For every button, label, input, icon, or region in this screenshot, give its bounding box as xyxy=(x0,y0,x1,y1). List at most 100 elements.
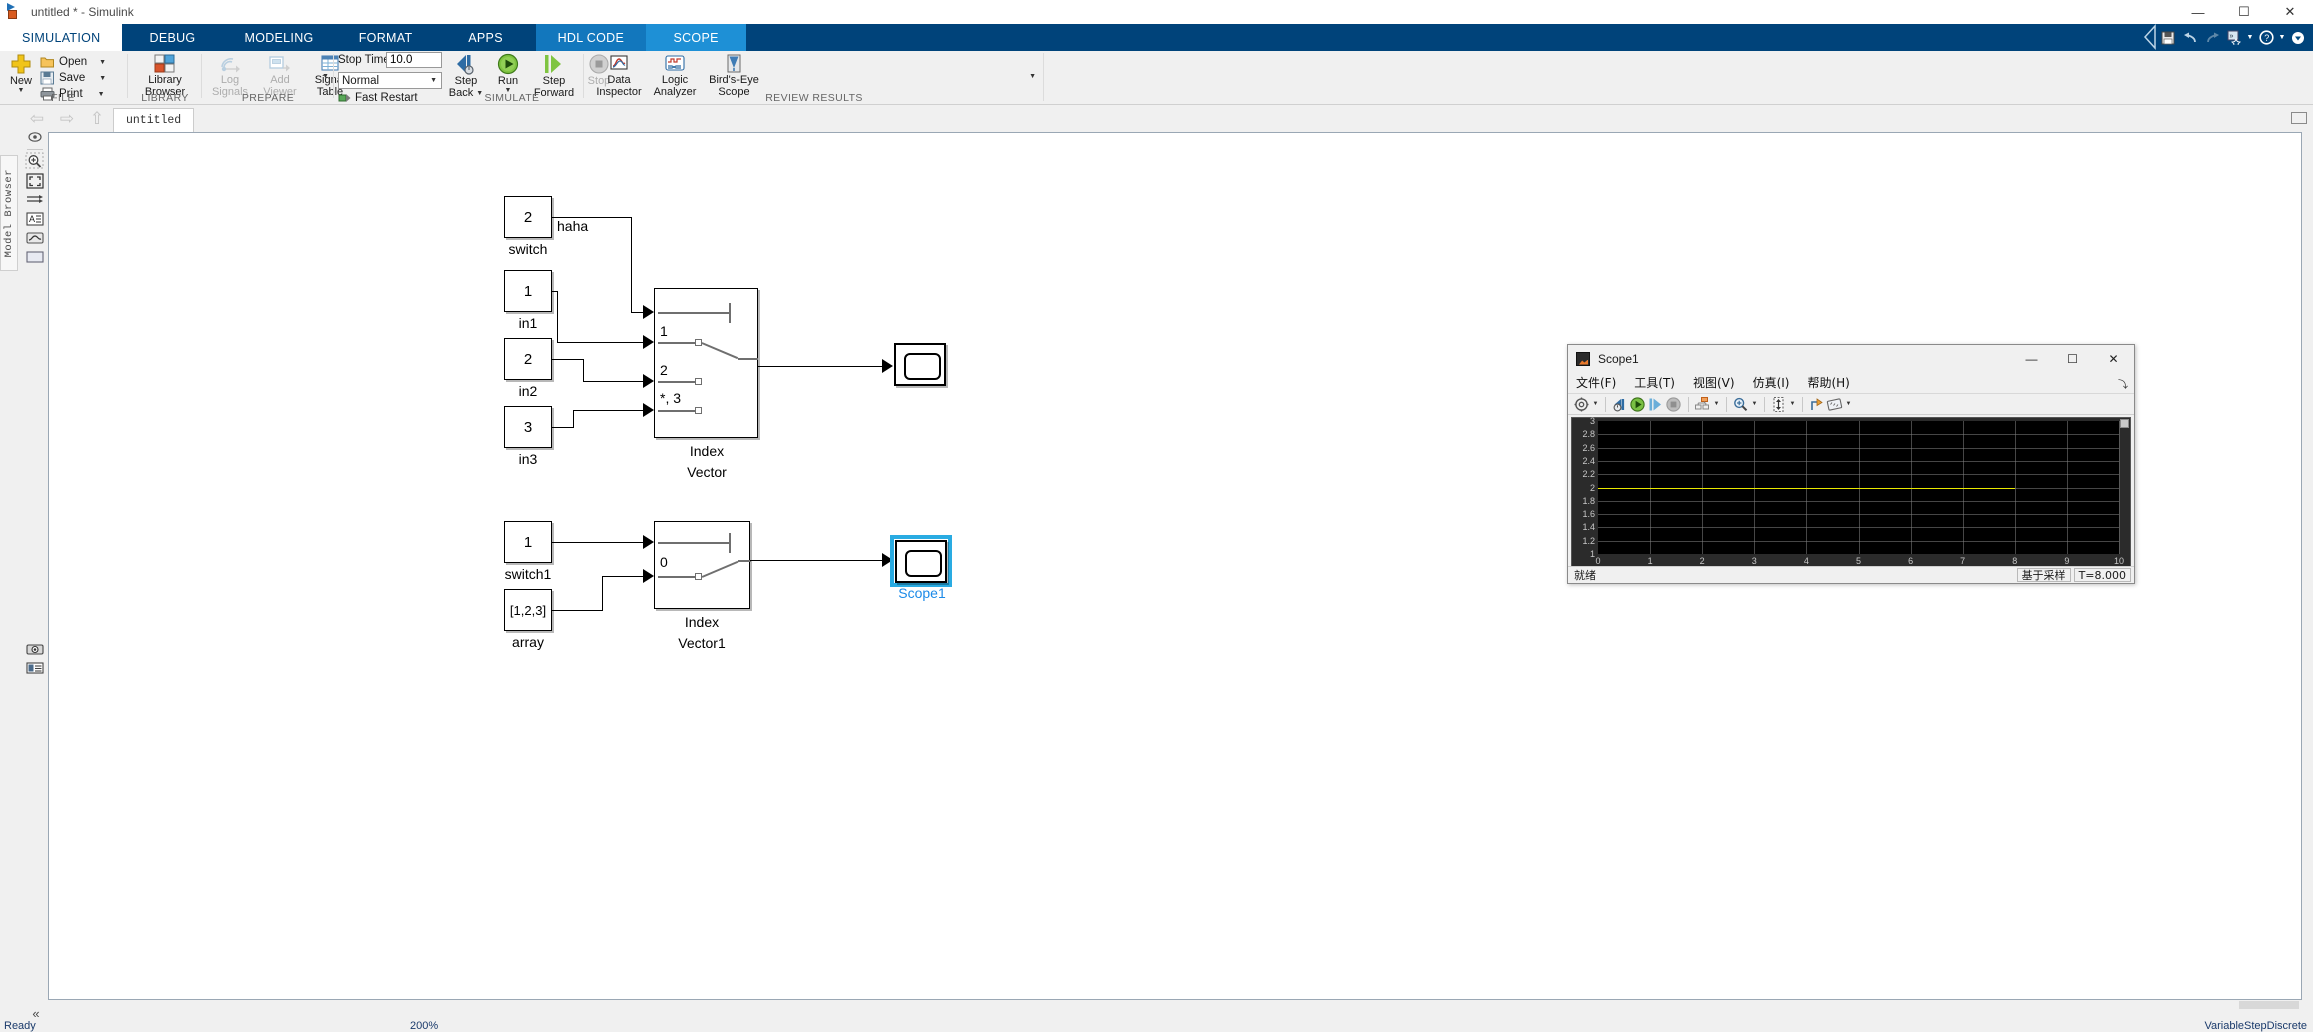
favorites-icon[interactable]: » xyxy=(2223,24,2245,51)
plot-scroll-button[interactable] xyxy=(2120,419,2129,428)
model-browser-tab[interactable]: Model Browser xyxy=(0,155,18,271)
sim-param-icon[interactable] xyxy=(1611,396,1628,413)
block-in3[interactable]: 3 xyxy=(504,406,552,448)
bottom-status-bar: « Ready 200% VariableStepDiscrete xyxy=(0,1000,2313,1032)
menu-view[interactable]: 视图(V) xyxy=(1693,374,1735,391)
tab-debug[interactable]: DEBUG xyxy=(122,24,222,51)
scope1-status-time: T=8.000 xyxy=(2073,568,2131,582)
menu-expand-icon[interactable]: ⤵ xyxy=(2118,376,2128,391)
block-in2[interactable]: 2 xyxy=(504,338,552,380)
toolbar-divider-5 xyxy=(1802,396,1803,412)
tab-modeling[interactable]: MODELING xyxy=(222,24,335,51)
autoscale-icon[interactable] xyxy=(1770,396,1787,413)
stop-icon[interactable] xyxy=(1665,396,1682,413)
measurements-icon[interactable] xyxy=(1826,396,1843,413)
tab-hdl-code[interactable]: HDL CODE xyxy=(535,24,647,51)
nav-up-button[interactable]: ⇧ xyxy=(86,109,108,129)
nav-panel-toggle-icon[interactable] xyxy=(2291,112,2307,124)
menu-file[interactable]: 文件(F) xyxy=(1576,374,1616,391)
block-switch[interactable]: 2 xyxy=(504,196,552,238)
block-index-vector1-label-2: Vector1 xyxy=(678,635,726,651)
block-in1[interactable]: 1 xyxy=(504,270,552,312)
open-button[interactable]: Open ▼ xyxy=(40,55,106,69)
signal-lines-icon[interactable] xyxy=(25,191,45,209)
layout-icon[interactable] xyxy=(1694,396,1711,413)
wire-in2-arrow xyxy=(643,374,654,388)
review-results-more-caret-icon[interactable]: ▼ xyxy=(1029,73,1036,80)
undo-icon[interactable] xyxy=(2179,24,2201,51)
stop-time-input[interactable] xyxy=(386,52,442,68)
legend-icon[interactable] xyxy=(25,659,45,677)
config-properties-caret-icon[interactable]: ▼ xyxy=(1591,401,1600,407)
scope1-minimize-button[interactable]: — xyxy=(2011,345,2052,372)
tab-format[interactable]: FORMAT xyxy=(336,24,436,51)
step-back-label-1: Step xyxy=(454,75,478,87)
wire-in2-h2 xyxy=(583,381,646,383)
favorites-caret-icon[interactable]: ▼ xyxy=(2245,34,2255,41)
save-caret-icon[interactable]: ▼ xyxy=(99,75,106,82)
nav-forward-button[interactable]: ⇨ xyxy=(56,109,78,129)
save-button[interactable]: Save ▼ xyxy=(40,71,106,85)
block-in2-label: in2 xyxy=(518,383,538,399)
help-icon[interactable]: ? xyxy=(2255,24,2277,51)
zoom-caret-icon[interactable]: ▼ xyxy=(1750,401,1759,407)
measurements-caret-icon[interactable]: ▼ xyxy=(1844,401,1853,407)
zoom-in-icon[interactable] xyxy=(25,152,45,170)
block-scope1[interactable] xyxy=(895,540,947,583)
scope1-close-button[interactable]: ✕ xyxy=(2093,345,2134,372)
window-close-button[interactable]: ✕ xyxy=(2267,0,2313,24)
wire-array-v1 xyxy=(602,576,604,611)
autoscale-caret-icon[interactable]: ▼ xyxy=(1788,401,1797,407)
scope1-maximize-button[interactable]: ☐ xyxy=(2052,345,2093,372)
nav-back-button[interactable]: ⇦ xyxy=(26,109,48,129)
block-switch1[interactable]: 1 xyxy=(504,521,552,563)
menu-tools[interactable]: 工具(T) xyxy=(1634,374,1675,391)
model-tab-untitled[interactable]: untitled xyxy=(113,108,195,132)
open-caret-icon[interactable]: ▼ xyxy=(99,59,106,66)
run-icon[interactable] xyxy=(1629,396,1646,413)
fast-restart-button[interactable]: Fast Restart xyxy=(338,92,418,104)
scope1-plot-canvas[interactable]: 0 1 2 3 4 5 6 7 8 9 10 1 1.2 1.4 1.6 1.8 2 2.2 2.4 2.6 2.8 3 xyxy=(1582,416,2124,566)
run-button[interactable]: Run ▼ xyxy=(488,53,528,94)
redo-icon[interactable] xyxy=(2201,24,2223,51)
save-icon[interactable] xyxy=(2157,24,2179,51)
block-array[interactable]: [1,2,3] xyxy=(504,589,552,631)
tab-simulation[interactable]: SIMULATION xyxy=(0,24,123,51)
help-caret-icon[interactable]: ▼ xyxy=(2277,34,2287,41)
tab-apps[interactable]: APPS xyxy=(436,24,536,51)
toolbar-divider xyxy=(27,149,43,150)
menu-help[interactable]: 帮助(H) xyxy=(1807,374,1849,391)
area-icon[interactable] xyxy=(25,248,45,266)
fit-to-view-icon[interactable] xyxy=(25,172,45,190)
simulink-window: untitled * - Simulink — ☐ ✕ SIMULATION D… xyxy=(0,0,2313,1032)
new-button[interactable]: New ▼ xyxy=(3,53,39,94)
annotation-icon[interactable]: A xyxy=(25,210,45,228)
cursor-measure-icon[interactable] xyxy=(1808,396,1825,413)
block-index-vector1[interactable] xyxy=(654,521,750,609)
iv-port2-label: 2 xyxy=(660,362,668,378)
signal-label-haha[interactable]: haha xyxy=(557,218,588,234)
config-properties-icon[interactable] xyxy=(1573,396,1590,413)
tab-scope[interactable]: SCOPE xyxy=(646,24,747,51)
scope1-window[interactable]: Scope1 — ☐ ✕ 文件(F) 工具(T) 视图(V) 仿真(I) 帮助(… xyxy=(1567,344,2135,584)
menu-simulation[interactable]: 仿真(I) xyxy=(1753,374,1790,391)
block-index-vector[interactable] xyxy=(654,288,758,438)
block-scope[interactable] xyxy=(894,343,946,386)
viewmarks-icon[interactable] xyxy=(25,229,45,247)
horizontal-scrollbar[interactable] xyxy=(2239,1001,2299,1009)
camera-icon[interactable] xyxy=(25,640,45,658)
wire-in3-v1 xyxy=(573,411,575,428)
simulation-mode-dropdown[interactable]: Normal ▼ xyxy=(338,72,442,89)
step-forward-icon[interactable] xyxy=(1647,396,1664,413)
prepare-more-caret-icon[interactable]: ▼ xyxy=(322,73,329,80)
window-minimize-button[interactable]: — xyxy=(2175,0,2221,24)
zoom-icon[interactable] xyxy=(1732,396,1749,413)
scope1-plot-area[interactable]: 0 1 2 3 4 5 6 7 8 9 10 1 1.2 1.4 1.6 1.8 2 2.2 2.4 2.6 2.8 3 xyxy=(1571,416,2131,572)
layout-caret-icon[interactable]: ▼ xyxy=(1712,401,1721,407)
window-maximize-button[interactable]: ☐ xyxy=(2221,0,2267,24)
pan-icon[interactable] xyxy=(25,128,45,146)
more-icon[interactable] xyxy=(2287,24,2309,51)
add-viewer-label-1: Add xyxy=(270,74,290,86)
window-title: untitled * - Simulink xyxy=(31,5,134,19)
scope1-status-mode: 基于采样 xyxy=(2016,568,2071,582)
